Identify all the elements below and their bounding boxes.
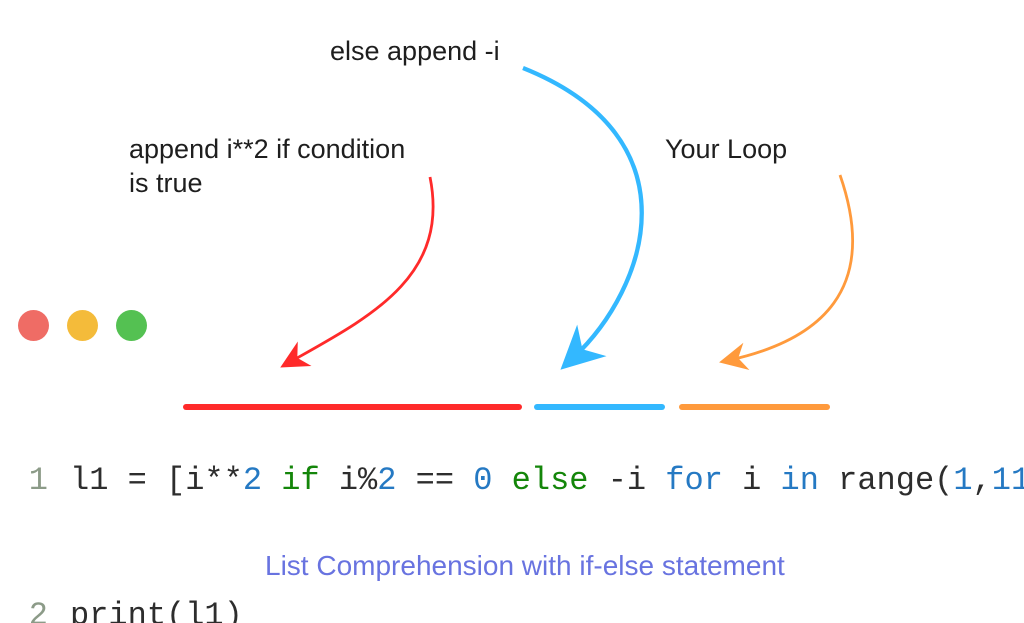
dot-minimize — [67, 310, 98, 341]
underline-loop — [679, 404, 830, 410]
underline-else — [534, 404, 665, 410]
line-number: 2 — [18, 593, 48, 623]
diagram-canvas: else append -i append i**2 if condition … — [0, 0, 1024, 623]
code-line-1: 1l1 = [i**2 if i%2 == 0 else -i for i in… — [18, 458, 1024, 503]
window-controls — [18, 310, 147, 341]
diagram-caption: List Comprehension with if-else statemen… — [265, 550, 785, 582]
arrow-loop — [700, 170, 920, 380]
annotation-else: else append -i — [330, 35, 500, 69]
underline-if-condition — [183, 404, 522, 410]
dot-close — [18, 310, 49, 341]
dot-zoom — [116, 310, 147, 341]
arrow-if — [260, 167, 480, 387]
code-line-2: 2print(l1) — [18, 593, 1024, 623]
line-number: 1 — [18, 458, 48, 503]
arrow-else — [508, 58, 728, 378]
